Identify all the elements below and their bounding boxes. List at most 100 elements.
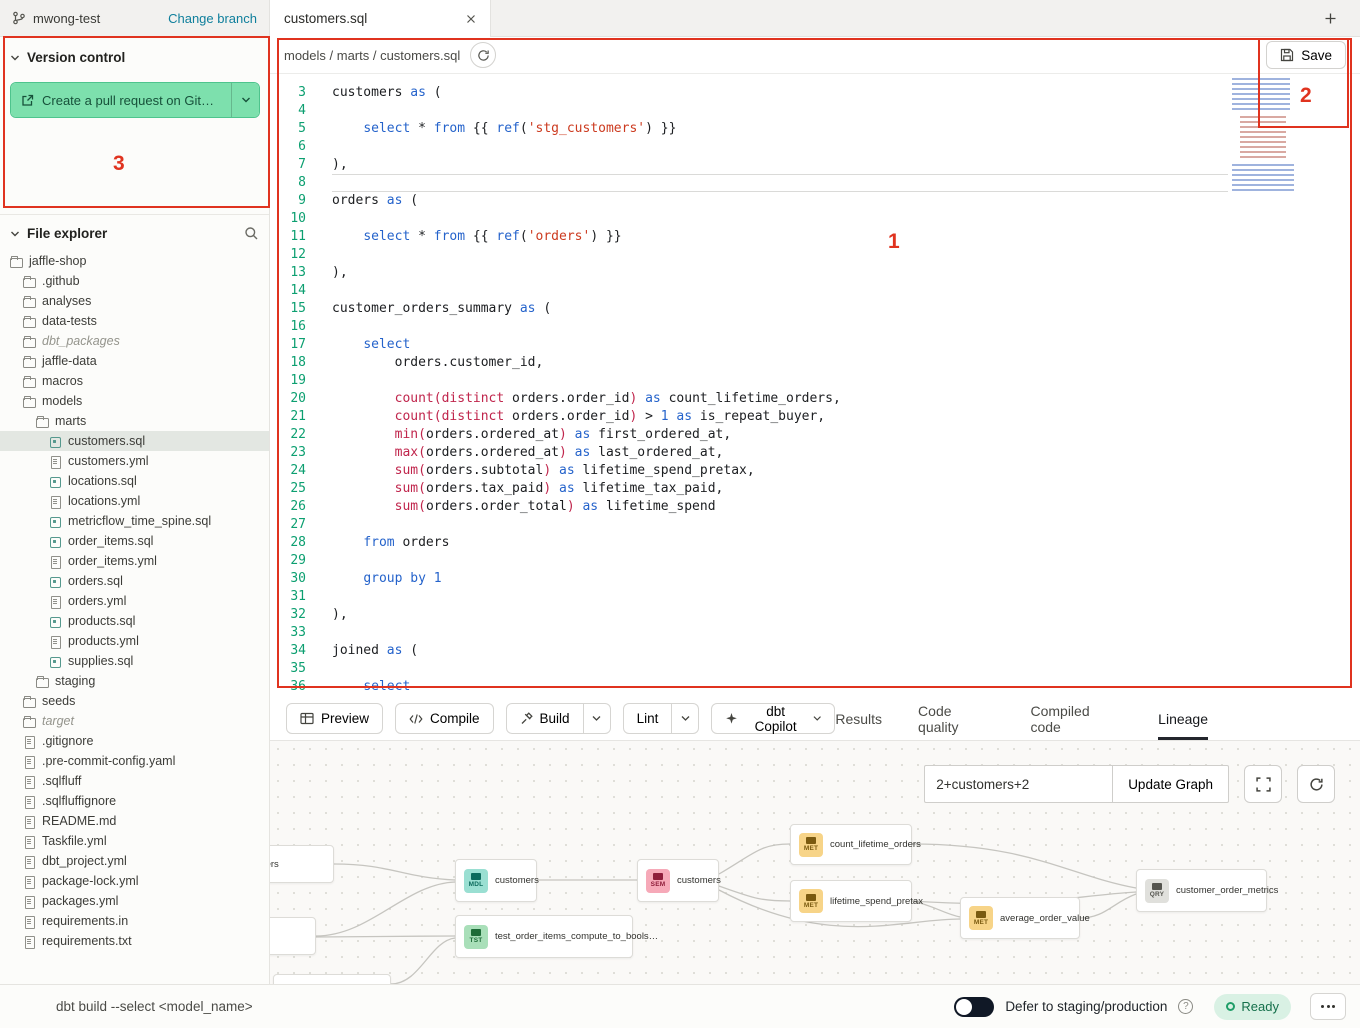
file-item-orders.yml[interactable]: orders.yml bbox=[0, 591, 269, 611]
preview-button[interactable]: Preview bbox=[286, 703, 383, 734]
code-line-34[interactable]: 34joined as ( bbox=[270, 642, 1360, 660]
lineage-panel[interactable]: stg_customersordersMDLcustomersSEMcustom… bbox=[270, 740, 1360, 984]
code-line-10[interactable]: 10 bbox=[270, 210, 1360, 228]
tab-compiled-code[interactable]: Compiled code bbox=[1030, 697, 1122, 740]
file-item-README.md[interactable]: README.md bbox=[0, 811, 269, 831]
file-item-dbt_packages[interactable]: dbt_packages bbox=[0, 331, 269, 351]
lineage-node-customers[interactable]: SEMcustomers bbox=[637, 859, 719, 902]
code-line-14[interactable]: 14 bbox=[270, 282, 1360, 300]
code-line-16[interactable]: 16 bbox=[270, 318, 1360, 336]
code-line-11[interactable]: 11 select * from {{ ref('orders') }} bbox=[270, 228, 1360, 246]
code-line-36[interactable]: 36 select bbox=[270, 678, 1360, 696]
code-line-7[interactable]: 7), bbox=[270, 156, 1360, 174]
search-icon[interactable] bbox=[244, 226, 259, 241]
file-item-supplies.sql[interactable]: supplies.sql bbox=[0, 651, 269, 671]
file-item-products.sql[interactable]: products.sql bbox=[0, 611, 269, 631]
file-item-packages.yml[interactable]: packages.yml bbox=[0, 891, 269, 911]
lineage-selector-input[interactable] bbox=[924, 765, 1112, 803]
save-button[interactable]: Save bbox=[1266, 41, 1346, 69]
tab-customers-sql[interactable]: customers.sql bbox=[270, 0, 491, 37]
lineage-node-partial[interactable] bbox=[273, 974, 391, 984]
new-tab-plus-icon[interactable] bbox=[1318, 6, 1342, 30]
code-line-31[interactable]: 31 bbox=[270, 588, 1360, 606]
file-item-customers.yml[interactable]: customers.yml bbox=[0, 451, 269, 471]
file-item-marts[interactable]: marts bbox=[0, 411, 269, 431]
code-line-12[interactable]: 12 bbox=[270, 246, 1360, 264]
code-line-26[interactable]: 26 sum(orders.order_total) as lifetime_s… bbox=[270, 498, 1360, 516]
update-graph-button[interactable]: Update Graph bbox=[1112, 765, 1229, 803]
code-line-35[interactable]: 35 bbox=[270, 660, 1360, 678]
close-icon[interactable] bbox=[466, 14, 476, 24]
code-line-19[interactable]: 19 bbox=[270, 372, 1360, 390]
minimap[interactable] bbox=[1230, 76, 1314, 194]
file-item-order_items.yml[interactable]: order_items.yml bbox=[0, 551, 269, 571]
file-item-products.yml[interactable]: products.yml bbox=[0, 631, 269, 651]
lineage-node-customers[interactable]: MDLcustomers bbox=[455, 859, 537, 902]
code-line-29[interactable]: 29 bbox=[270, 552, 1360, 570]
tab-results[interactable]: Results bbox=[835, 697, 882, 740]
file-item-.sqlfluff[interactable]: .sqlfluff bbox=[0, 771, 269, 791]
file-item-data-tests[interactable]: data-tests bbox=[0, 311, 269, 331]
refresh-button[interactable] bbox=[1297, 765, 1335, 803]
build-button[interactable]: Build bbox=[506, 703, 584, 734]
file-item-.pre-commit-config.yaml[interactable]: .pre-commit-config.yaml bbox=[0, 751, 269, 771]
file-item-locations.sql[interactable]: locations.sql bbox=[0, 471, 269, 491]
code-line-6[interactable]: 6 bbox=[270, 138, 1360, 156]
file-item-macros[interactable]: macros bbox=[0, 371, 269, 391]
file-item-requirements.txt[interactable]: requirements.txt bbox=[0, 931, 269, 951]
code-line-22[interactable]: 22 min(orders.ordered_at) as first_order… bbox=[270, 426, 1360, 444]
lineage-node-count_lifetime_orders[interactable]: METcount_lifetime_orders bbox=[790, 824, 912, 865]
file-item-staging[interactable]: staging bbox=[0, 671, 269, 691]
lineage-node-stg_customers[interactable]: stg_customers bbox=[270, 845, 334, 883]
code-line-18[interactable]: 18 orders.customer_id, bbox=[270, 354, 1360, 372]
change-branch-link[interactable]: Change branch bbox=[168, 11, 257, 26]
file-item-models[interactable]: models bbox=[0, 391, 269, 411]
file-item-Taskfile.yml[interactable]: Taskfile.yml bbox=[0, 831, 269, 851]
code-line-4[interactable]: 4 bbox=[270, 102, 1360, 120]
lineage-node-test_order_items_compute_to_bools…[interactable]: TSTtest_order_items_compute_to_bools… bbox=[455, 915, 633, 958]
build-dropdown-button[interactable] bbox=[584, 703, 611, 734]
file-item-customers.sql[interactable]: customers.sql bbox=[0, 431, 269, 451]
fullscreen-button[interactable] bbox=[1244, 765, 1282, 803]
create-pr-button[interactable]: Create a pull request on Git… bbox=[11, 83, 231, 117]
lint-dropdown-button[interactable] bbox=[672, 703, 699, 734]
code-line-15[interactable]: 15customer_orders_summary as ( bbox=[270, 300, 1360, 318]
file-item-jaffle-data[interactable]: jaffle-data bbox=[0, 351, 269, 371]
code-line-9[interactable]: 9orders as ( bbox=[270, 192, 1360, 210]
defer-toggle[interactable] bbox=[954, 997, 994, 1017]
file-explorer-header[interactable]: File explorer bbox=[0, 226, 269, 241]
lineage-node-customer_order_metrics[interactable]: QRYcustomer_order_metrics bbox=[1136, 869, 1267, 912]
file-item-analyses[interactable]: analyses bbox=[0, 291, 269, 311]
code-line-21[interactable]: 21 count(distinct orders.order_id) > 1 a… bbox=[270, 408, 1360, 426]
file-item-dbt_project.yml[interactable]: dbt_project.yml bbox=[0, 851, 269, 871]
code-line-24[interactable]: 24 sum(orders.subtotal) as lifetime_spen… bbox=[270, 462, 1360, 480]
code-line-32[interactable]: 32), bbox=[270, 606, 1360, 624]
file-item-package-lock.yml[interactable]: package-lock.yml bbox=[0, 871, 269, 891]
code-line-5[interactable]: 5 select * from {{ ref('stg_customers') … bbox=[270, 120, 1360, 138]
model-actions-button[interactable] bbox=[470, 42, 496, 68]
version-control-header[interactable]: Version control bbox=[10, 50, 259, 65]
lineage-node-average_order_value[interactable]: METaverage_order_value bbox=[960, 897, 1080, 939]
lint-button[interactable]: Lint bbox=[623, 703, 673, 734]
file-item-seeds[interactable]: seeds bbox=[0, 691, 269, 711]
file-item-jaffle-shop[interactable]: jaffle-shop bbox=[0, 251, 269, 271]
more-options-button[interactable] bbox=[1310, 993, 1346, 1020]
file-item-.gitignore[interactable]: .gitignore bbox=[0, 731, 269, 751]
help-icon[interactable] bbox=[1178, 999, 1193, 1014]
compile-button[interactable]: Compile bbox=[395, 703, 494, 734]
code-line-20[interactable]: 20 count(distinct orders.order_id) as co… bbox=[270, 390, 1360, 408]
file-item-order_items.sql[interactable]: order_items.sql bbox=[0, 531, 269, 551]
code-line-33[interactable]: 33 bbox=[270, 624, 1360, 642]
code-line-30[interactable]: 30 group by 1 bbox=[270, 570, 1360, 588]
create-pr-dropdown-button[interactable] bbox=[231, 83, 259, 117]
file-item-target[interactable]: target bbox=[0, 711, 269, 731]
code-line-17[interactable]: 17 select bbox=[270, 336, 1360, 354]
code-editor[interactable]: 3customers as (45 select * from {{ ref('… bbox=[270, 74, 1360, 697]
code-line-3[interactable]: 3customers as ( bbox=[270, 84, 1360, 102]
lineage-node-lifetime_spend_pretax[interactable]: METlifetime_spend_pretax bbox=[790, 880, 912, 922]
code-line-23[interactable]: 23 max(orders.ordered_at) as last_ordere… bbox=[270, 444, 1360, 462]
code-line-8[interactable]: 8 bbox=[270, 174, 1360, 192]
code-line-25[interactable]: 25 sum(orders.tax_paid) as lifetime_tax_… bbox=[270, 480, 1360, 498]
file-item-locations.yml[interactable]: locations.yml bbox=[0, 491, 269, 511]
file-item-metricflow_time_spine.sql[interactable]: metricflow_time_spine.sql bbox=[0, 511, 269, 531]
